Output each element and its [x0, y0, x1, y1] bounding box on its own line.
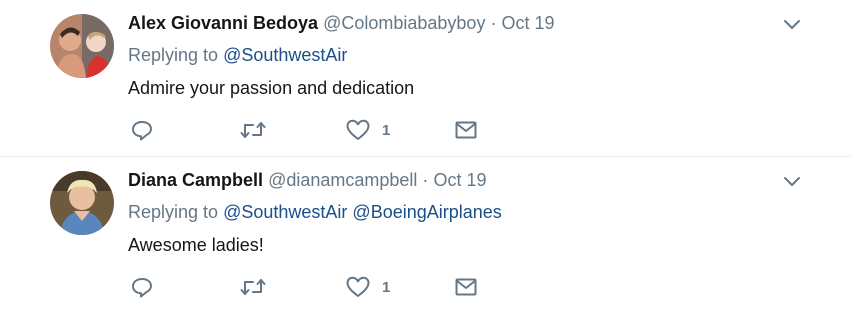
reply-button[interactable]	[131, 118, 153, 142]
direct-message-button[interactable]	[455, 275, 477, 299]
tweet-header: Alex Giovanni Bedoya @Colombiababyboy · …	[128, 12, 555, 34]
mention-link[interactable]: @SouthwestAir	[223, 202, 347, 222]
chevron-down-icon[interactable]	[782, 14, 802, 34]
envelope-icon	[455, 121, 477, 139]
timestamp[interactable]: Oct 19	[433, 170, 486, 190]
reply-icon	[132, 278, 152, 298]
mention-link[interactable]: @BoeingAirplanes	[352, 202, 501, 222]
retweet-icon	[240, 279, 266, 295]
tweet[interactable]: Diana Campbell @dianamcampbell · Oct 19 …	[0, 156, 850, 312]
like-count: 1	[382, 278, 391, 296]
author-handle[interactable]: @dianamcampbell	[268, 170, 417, 190]
like-button[interactable]: 1	[346, 118, 390, 142]
author-name[interactable]: Diana Campbell	[128, 170, 263, 190]
direct-message-button[interactable]	[455, 118, 477, 142]
author-name[interactable]: Alex Giovanni Bedoya	[128, 13, 318, 33]
reply-icon	[132, 121, 152, 141]
author-handle[interactable]: @Colombiababyboy	[323, 13, 485, 33]
mention-link[interactable]: @SouthwestAir	[223, 45, 347, 65]
heart-icon	[346, 276, 370, 297]
replying-to: Replying to @SouthwestAir @BoeingAirplan…	[128, 201, 502, 223]
retweet-button[interactable]	[240, 118, 266, 142]
retweet-button[interactable]	[240, 275, 266, 299]
envelope-icon	[455, 278, 477, 296]
avatar[interactable]	[50, 171, 114, 235]
separator: ·	[422, 170, 429, 190]
retweet-icon	[240, 122, 266, 138]
timestamp[interactable]: Oct 19	[501, 13, 554, 33]
heart-icon	[346, 119, 370, 140]
tweet-text: Admire your passion and dedication	[128, 78, 415, 98]
like-count: 1	[382, 121, 391, 139]
replying-to: Replying to @SouthwestAir	[128, 44, 347, 66]
separator: ·	[490, 13, 497, 33]
replying-prefix: Replying to	[128, 45, 219, 65]
tweet[interactable]: Alex Giovanni Bedoya @Colombiababyboy · …	[0, 0, 850, 156]
tweet-header: Diana Campbell @dianamcampbell · Oct 19	[128, 169, 486, 191]
avatar[interactable]	[50, 14, 114, 78]
replying-prefix: Replying to	[128, 202, 219, 222]
tweet-text: Awesome ladies!	[128, 235, 264, 255]
like-button[interactable]: 1	[346, 275, 390, 299]
reply-button[interactable]	[131, 275, 153, 299]
chevron-down-icon[interactable]	[782, 171, 802, 191]
